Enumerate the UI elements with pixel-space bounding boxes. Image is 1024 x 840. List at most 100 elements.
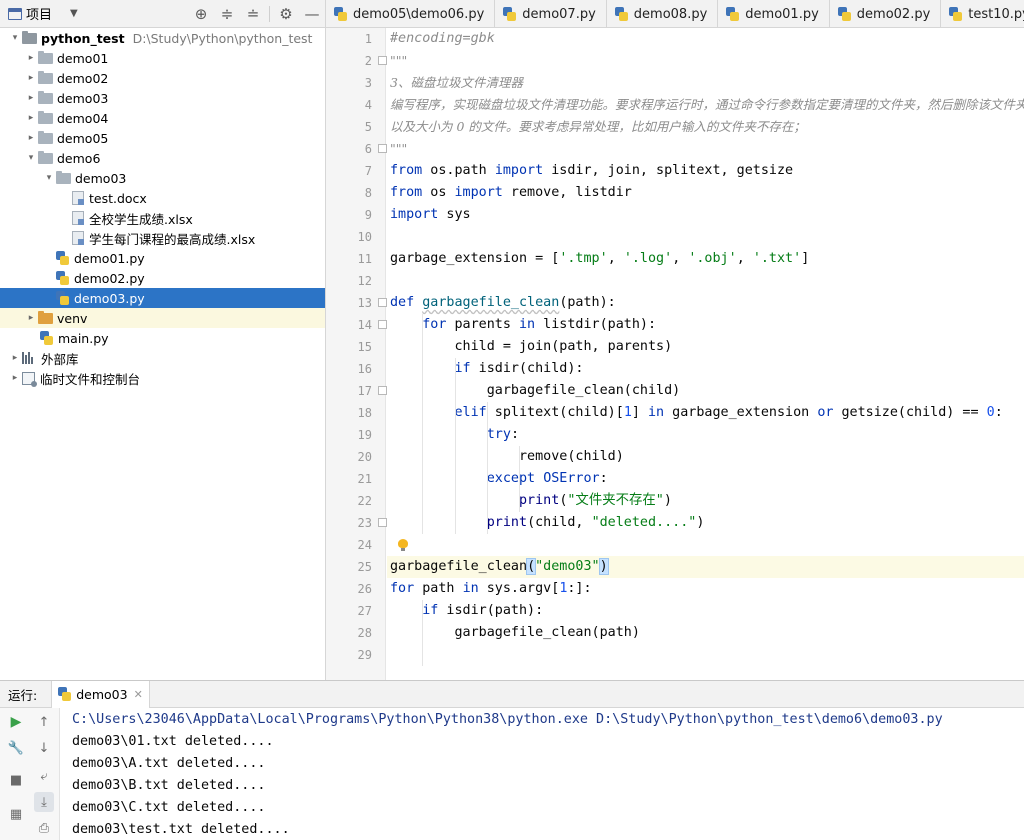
code-line[interactable]: garbagefile_clean("demo03") — [390, 556, 1024, 578]
arrow-up-icon[interactable]: ↑ — [34, 712, 54, 732]
code-line[interactable]: if isdir(path): — [390, 600, 1024, 622]
wrench-icon[interactable]: 🔧 — [6, 738, 26, 758]
chevron-right-icon[interactable]: ▸ — [8, 353, 22, 363]
fold-marker-icon[interactable] — [378, 144, 387, 153]
fold-marker-icon[interactable] — [378, 298, 387, 307]
code-line[interactable]: remove(child) — [390, 446, 1024, 468]
code-line[interactable]: """ — [390, 50, 1024, 72]
chevron-down-icon[interactable]: ▾ — [8, 33, 22, 43]
chevron-right-icon[interactable]: ▸ — [24, 93, 38, 103]
chevron-right-icon[interactable]: ▸ — [24, 133, 38, 143]
console-output[interactable]: C:\Users\23046\AppData\Local\Programs\Py… — [72, 709, 1024, 840]
tree-item-folder[interactable]: ▸ demo04 — [0, 108, 325, 128]
code-line[interactable]: def garbagefile_clean(path): — [390, 292, 1024, 314]
tree-item-label: demo04 — [57, 110, 109, 126]
code-line[interactable]: 以及大小为 0 的文件。要求考虑异常处理，比如用户输入的文件夹不存在； — [390, 116, 1024, 138]
scratch-icon — [22, 371, 37, 387]
python-file-icon — [56, 251, 69, 265]
fold-marker-icon[interactable] — [378, 56, 387, 65]
editor-tab[interactable]: demo08.py — [607, 0, 719, 27]
lightbulb-icon[interactable] — [398, 539, 408, 551]
editor-tab[interactable]: demo02.py — [830, 0, 942, 27]
code-line[interactable]: except OSError: — [390, 468, 1024, 490]
code-line[interactable]: garbagefile_clean(child) — [390, 380, 1024, 402]
code-line[interactable]: 编写程序，实现磁盘垃圾文件清理功能。要求程序运行时，通过命令行参数指定要清理的文… — [390, 94, 1024, 116]
collapse-all-icon[interactable]: ≐ — [240, 0, 266, 28]
tree-item-folder[interactable]: ▾ demo03 — [0, 168, 325, 188]
line-number: 13 — [357, 296, 372, 310]
close-icon[interactable]: ✕ — [134, 688, 143, 701]
chevron-right-icon[interactable]: ▸ — [24, 53, 38, 63]
tree-item-project-root[interactable]: ▾ python_test D:\Study\Python\python_tes… — [0, 28, 325, 48]
locate-file-icon[interactable]: ⊕ — [188, 0, 214, 28]
expand-all-icon[interactable]: ≑ — [214, 0, 240, 28]
stop-icon[interactable]: ■ — [6, 770, 26, 790]
chevron-right-icon[interactable]: ▸ — [24, 313, 38, 323]
tree-item-file[interactable]: 学生每门课程的最高成绩.xlsx — [0, 228, 325, 248]
layout-icon[interactable]: ▦ — [6, 804, 26, 824]
editor-tab[interactable]: demo05\demo06.py — [326, 0, 496, 27]
tree-item-folder[interactable]: ▸ demo05 — [0, 128, 325, 148]
tree-item-folder[interactable]: ▸ demo02 — [0, 68, 325, 88]
code-line[interactable]: child = join(path, parents) — [390, 336, 1024, 358]
tree-item-file[interactable]: test.docx — [0, 188, 325, 208]
code-line[interactable]: 3、磁盘垃圾文件清理器 — [390, 72, 1024, 94]
arrow-down-icon[interactable]: ↓ — [34, 738, 54, 758]
chevron-right-icon[interactable]: ▸ — [24, 113, 38, 123]
print-icon[interactable]: ⎙ — [34, 818, 54, 838]
gear-icon[interactable]: ⚙ — [273, 0, 299, 28]
tree-item-folder[interactable]: ▸ demo01 — [0, 48, 325, 68]
editor-tab[interactable]: demo07.py — [495, 0, 607, 27]
code-line[interactable] — [390, 270, 1024, 292]
fold-marker-icon[interactable] — [378, 518, 387, 527]
editor-tab[interactable]: demo01.py — [718, 0, 830, 27]
code-line[interactable]: for parents in listdir(path): — [390, 314, 1024, 336]
code-line[interactable]: from os.path import isdir, join, splitex… — [390, 160, 1024, 182]
editor-tab[interactable]: test10.py — [941, 0, 1024, 27]
code-line[interactable]: elif splitext(child)[1] in garbage_exten… — [390, 402, 1024, 424]
code-line[interactable] — [390, 226, 1024, 248]
tree-item-file-selected[interactable]: demo03.py — [0, 288, 325, 308]
code-line[interactable]: for path in sys.argv[1:]: — [390, 578, 1024, 600]
tree-item-file[interactable]: demo02.py — [0, 268, 325, 288]
chevron-down-icon[interactable]: ▾ — [42, 173, 56, 183]
scroll-to-end-icon[interactable]: ⤓ — [34, 792, 54, 812]
code-line[interactable]: try: — [390, 424, 1024, 446]
run-config-tab[interactable]: demo03 ✕ — [51, 680, 150, 708]
tree-item-file[interactable]: demo01.py — [0, 248, 325, 268]
code-line[interactable]: from os import remove, listdir — [390, 182, 1024, 204]
chevron-down-icon[interactable]: ▾ — [24, 153, 38, 163]
tree-item-file[interactable]: main.py — [0, 328, 325, 348]
chevron-right-icon[interactable]: ▸ — [24, 73, 38, 83]
tree-item-folder[interactable]: ▸ venv — [0, 308, 325, 328]
code-line[interactable]: """ — [390, 138, 1024, 160]
fold-marker-icon[interactable] — [378, 386, 387, 395]
code-line[interactable]: garbagefile_clean(path) — [390, 622, 1024, 644]
tree-item-folder[interactable]: ▸ demo03 — [0, 88, 325, 108]
chevron-right-icon[interactable]: ▸ — [8, 373, 22, 383]
library-icon — [22, 352, 36, 364]
fold-marker-icon[interactable] — [378, 320, 387, 329]
hide-panel-icon[interactable]: — — [299, 0, 325, 28]
line-number: 3 — [364, 76, 372, 90]
code-line[interactable]: print(child, "deleted....") — [390, 512, 1024, 534]
chevron-down-icon[interactable]: ▼ — [70, 8, 78, 19]
code-editor[interactable]: 1 2 3 4 5 6 7 8 9 10 11 12 13 14 15 16 17 18 19 20 21 22 23 24 2… — [326, 28, 1024, 680]
code-line[interactable] — [390, 644, 1024, 666]
tree-item-label: demo03 — [75, 170, 127, 186]
tree-item-folder[interactable]: ▾ demo6 — [0, 148, 325, 168]
rerun-play-icon[interactable]: ▶ — [6, 712, 26, 732]
tree-item-external-libraries[interactable]: ▸ 外部库 — [0, 348, 325, 368]
spreadsheet-file-icon — [72, 211, 84, 225]
indent-guide — [519, 446, 521, 512]
code-line[interactable]: print("文件夹不存在") — [390, 490, 1024, 512]
code-line[interactable]: if isdir(child): — [390, 358, 1024, 380]
code-line[interactable]: import sys — [390, 204, 1024, 226]
tree-item-scratches[interactable]: ▸ 临时文件和控制台 — [0, 368, 325, 388]
code-line[interactable]: #encoding=gbk — [390, 28, 1024, 50]
tree-item-file[interactable]: 全校学生成绩.xlsx — [0, 208, 325, 228]
code-line[interactable] — [390, 534, 1024, 556]
code-line[interactable]: garbage_extension = ['.tmp', '.log', '.o… — [390, 248, 1024, 270]
soft-wrap-icon[interactable]: ⤶ — [34, 766, 54, 786]
project-panel-title[interactable]: 项目 — [26, 4, 52, 23]
